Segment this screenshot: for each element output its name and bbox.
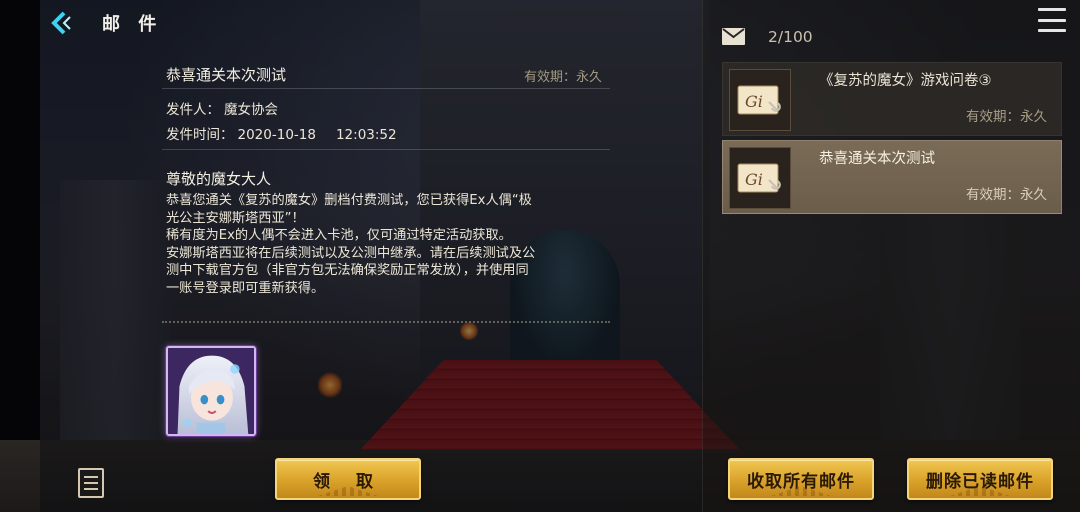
sender-row: 发件人： 魔女协会 [166,98,278,118]
mail-list-item[interactable]: Gi 《复苏的魔女》游戏问卷③ 有效期：永久 [722,62,1062,136]
claim-button[interactable]: 领 取 [275,458,421,500]
body-line: 测中下载官方包（非官方包无法确保奖励正常发放），并使用同 [166,263,529,278]
menu-button[interactable] [1038,8,1066,32]
send-time-row: 发件时间： 2020-10-18 12:03:52 [166,123,397,143]
collect-all-button[interactable]: 收取所有邮件 [728,458,874,500]
attachment-doll-card[interactable] [166,346,256,436]
send-time: 12:03:52 [335,127,397,143]
back-button[interactable] [42,6,78,40]
body-line: 光公主安娜斯塔西亚”！ [166,210,305,226]
back-chevron-icon [51,11,71,35]
mail-item-validity: 有效期：永久 [966,187,1047,203]
delete-read-button[interactable]: 删除已读邮件 [907,458,1053,500]
sender-name: 魔女协会 [224,102,278,118]
send-date: 2020-10-18 [237,127,316,143]
svg-text:Gi: Gi [745,92,763,111]
sender-label: 发件人： [166,102,220,118]
dotted-divider [162,321,610,323]
sealed-letter-icon: Gi [729,69,791,131]
page-title: 邮 件 [102,14,163,35]
mail-item-title: 《复苏的魔女》游戏问卷③ [819,73,992,89]
envelope-icon [722,28,745,45]
mail-subject: 恭喜通关本次测试 [166,66,287,84]
sealed-letter-icon: Gi [729,147,791,209]
send-time-label: 发件时间： [166,127,234,143]
body-line: 稀有度为Ex的人偶不会进入卡池，仅可通过特定活动获取。 [166,228,512,243]
notes-icon[interactable] [78,468,104,498]
mail-validity: 有效期：永久 [524,70,603,85]
body-line: 恭喜您通关《复苏的魔女》删档付费测试，您已获得Ex人偶“极 [166,193,532,208]
mail-list-item-selected[interactable]: Gi 恭喜通关本次测试 有效期：永久 [722,140,1062,214]
divider [162,149,610,150]
mail-count: 2/100 [768,28,813,46]
hamburger-menu-icon [1038,8,1066,11]
doll-portrait-icon [168,348,254,434]
mail-greeting: 尊敬的魔女大人 [166,170,272,188]
svg-text:Gi: Gi [745,170,763,189]
divider [162,88,610,89]
mail-body: 恭喜您通关《复苏的魔女》删档付费测试，您已获得Ex人偶“极 光公主安娜斯塔西亚”… [166,192,606,297]
mail-item-validity: 有效期：永久 [966,109,1047,125]
body-line: 一账号登录即可重新获得。 [166,280,325,296]
mail-item-title: 恭喜通关本次测试 [819,151,935,167]
body-line: 安娜斯塔西亚将在后续测试以及公测中继承。请在后续测试及公 [166,245,536,261]
